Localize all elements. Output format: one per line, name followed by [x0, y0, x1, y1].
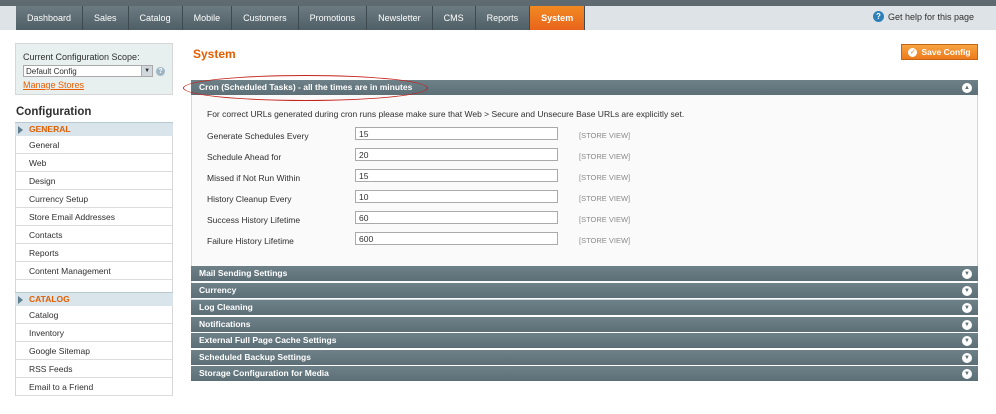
field-label: Failure History Lifetime: [207, 236, 294, 246]
sidebar-item-design[interactable]: Design: [16, 172, 172, 190]
sidebar: Current Configuration Scope: Default Con…: [15, 43, 173, 414]
help-link[interactable]: ? Get help for this page: [872, 11, 974, 22]
nav-reports[interactable]: Reports: [475, 6, 531, 30]
sidebar-item-google-sitemap[interactable]: Google Sitemap: [16, 342, 172, 360]
sidebar-item-content-management[interactable]: Content Management: [16, 262, 172, 280]
expand-icon[interactable]: ▼: [962, 353, 972, 363]
cron-note: For correct URLs generated during cron r…: [207, 109, 685, 119]
group-head-general[interactable]: GENERAL: [15, 122, 173, 136]
sidebar-item-currency-setup[interactable]: Currency Setup: [16, 190, 172, 208]
collapse-icon[interactable]: ▲: [962, 83, 972, 93]
section-head-full-page-cache[interactable]: External Full Page Cache Settings ▼: [191, 333, 978, 348]
history-cleanup-input[interactable]: [355, 190, 558, 203]
section-title: Notifications: [199, 319, 251, 329]
sidebar-item-contacts[interactable]: Contacts: [16, 226, 172, 244]
nav-catalog[interactable]: Catalog: [128, 6, 183, 30]
manage-stores-link[interactable]: Manage Stores: [23, 80, 165, 90]
sidebar-item-general[interactable]: General: [16, 136, 172, 154]
section-head-scheduled-backup[interactable]: Scheduled Backup Settings ▼: [191, 350, 978, 365]
section-head-log-cleaning[interactable]: Log Cleaning ▼: [191, 300, 978, 315]
nav-mobile[interactable]: Mobile: [182, 6, 233, 30]
scope-tag: [STORE VIEW]: [579, 152, 631, 161]
section-title: Storage Configuration for Media: [199, 368, 329, 378]
expand-icon[interactable]: ▼: [962, 369, 972, 379]
expand-icon[interactable]: ▼: [962, 320, 972, 330]
main-nav: Dashboard Sales Catalog Mobile Customers…: [16, 6, 586, 30]
sidebar-item-email-to-a-friend[interactable]: Email to a Friend: [16, 378, 172, 396]
help-icon: ?: [872, 11, 884, 22]
save-icon: ✓: [908, 47, 918, 57]
scope-tag: [STORE VIEW]: [579, 236, 631, 245]
group-head-catalog[interactable]: CATALOG: [15, 292, 173, 306]
field-label: Missed if Not Run Within: [207, 173, 301, 183]
section-head-storage-media[interactable]: Storage Configuration for Media ▼: [191, 366, 978, 381]
configuration-title: Configuration: [16, 106, 92, 118]
schedule-ahead-input[interactable]: [355, 148, 558, 161]
sidebar-group-catalog: CATALOG Catalog Inventory Google Sitemap…: [15, 292, 173, 396]
save-config-button[interactable]: ✓ Save Config: [901, 44, 978, 60]
expand-icon[interactable]: ▼: [962, 336, 972, 346]
section-title: Mail Sending Settings: [199, 268, 288, 278]
save-config-label: Save Config: [921, 47, 971, 57]
section-head-cron[interactable]: Cron (Scheduled Tasks) - all the times a…: [191, 80, 978, 95]
nav-newsletter[interactable]: Newsletter: [367, 6, 433, 30]
section-title: External Full Page Cache Settings: [199, 335, 337, 345]
help-label: Get help for this page: [887, 11, 974, 22]
expand-icon[interactable]: ▼: [962, 286, 972, 296]
nav-system[interactable]: System: [530, 6, 586, 30]
top-bar: Dashboard Sales Catalog Mobile Customers…: [0, 0, 996, 30]
sidebar-item-web[interactable]: Web: [16, 154, 172, 172]
section-head-mail-sending[interactable]: Mail Sending Settings ▼: [191, 266, 978, 281]
section-title-cron: Cron (Scheduled Tasks) - all the times a…: [199, 82, 413, 92]
section-title: Log Cleaning: [199, 302, 253, 312]
section-head-currency[interactable]: Currency ▼: [191, 283, 978, 298]
field-label: Schedule Ahead for: [207, 152, 282, 162]
expand-icon[interactable]: ▼: [962, 303, 972, 313]
scope-value: Default Config: [26, 67, 77, 76]
failure-history-input[interactable]: [355, 232, 558, 245]
field-label: Generate Schedules Every: [207, 131, 309, 141]
section-title: Scheduled Backup Settings: [199, 352, 311, 362]
field-label: History Cleanup Every: [207, 194, 292, 204]
scope-select[interactable]: Default Config ▼: [23, 65, 154, 77]
field-label: Success History Lifetime: [207, 215, 301, 225]
nav-cms[interactable]: CMS: [432, 6, 476, 30]
page-title: System: [193, 47, 236, 61]
section-title: Currency: [199, 285, 237, 295]
nav-dashboard[interactable]: Dashboard: [16, 6, 84, 30]
sidebar-item-rss-feeds[interactable]: RSS Feeds: [16, 360, 172, 378]
scope-box: Current Configuration Scope: Default Con…: [15, 43, 173, 95]
nav-customers[interactable]: Customers: [232, 6, 299, 30]
sidebar-item-reports[interactable]: Reports: [16, 244, 172, 262]
question-icon[interactable]: ?: [156, 66, 165, 76]
expand-icon[interactable]: ▼: [962, 269, 972, 279]
scope-tag: [STORE VIEW]: [579, 194, 631, 203]
sidebar-item-store-email-addresses[interactable]: Store Email Addresses: [16, 208, 172, 226]
section-head-notifications[interactable]: Notifications ▼: [191, 317, 978, 332]
sidebar-item-catalog[interactable]: Catalog: [16, 306, 172, 324]
chevron-down-icon: ▼: [141, 66, 153, 76]
sidebar-item-inventory[interactable]: Inventory: [16, 324, 172, 342]
scope-tag: [STORE VIEW]: [579, 215, 631, 224]
missed-if-not-run-input[interactable]: [355, 169, 558, 182]
success-history-input[interactable]: [355, 211, 558, 224]
nav-sales[interactable]: Sales: [83, 6, 129, 30]
nav-promotions[interactable]: Promotions: [298, 6, 368, 30]
scope-tag: [STORE VIEW]: [579, 131, 631, 140]
scope-label: Current Configuration Scope:: [23, 52, 140, 62]
generate-schedules-input[interactable]: [355, 127, 558, 140]
scope-tag: [STORE VIEW]: [579, 173, 631, 182]
sidebar-group-general: GENERAL General Web Design Currency Setu…: [15, 122, 173, 292]
